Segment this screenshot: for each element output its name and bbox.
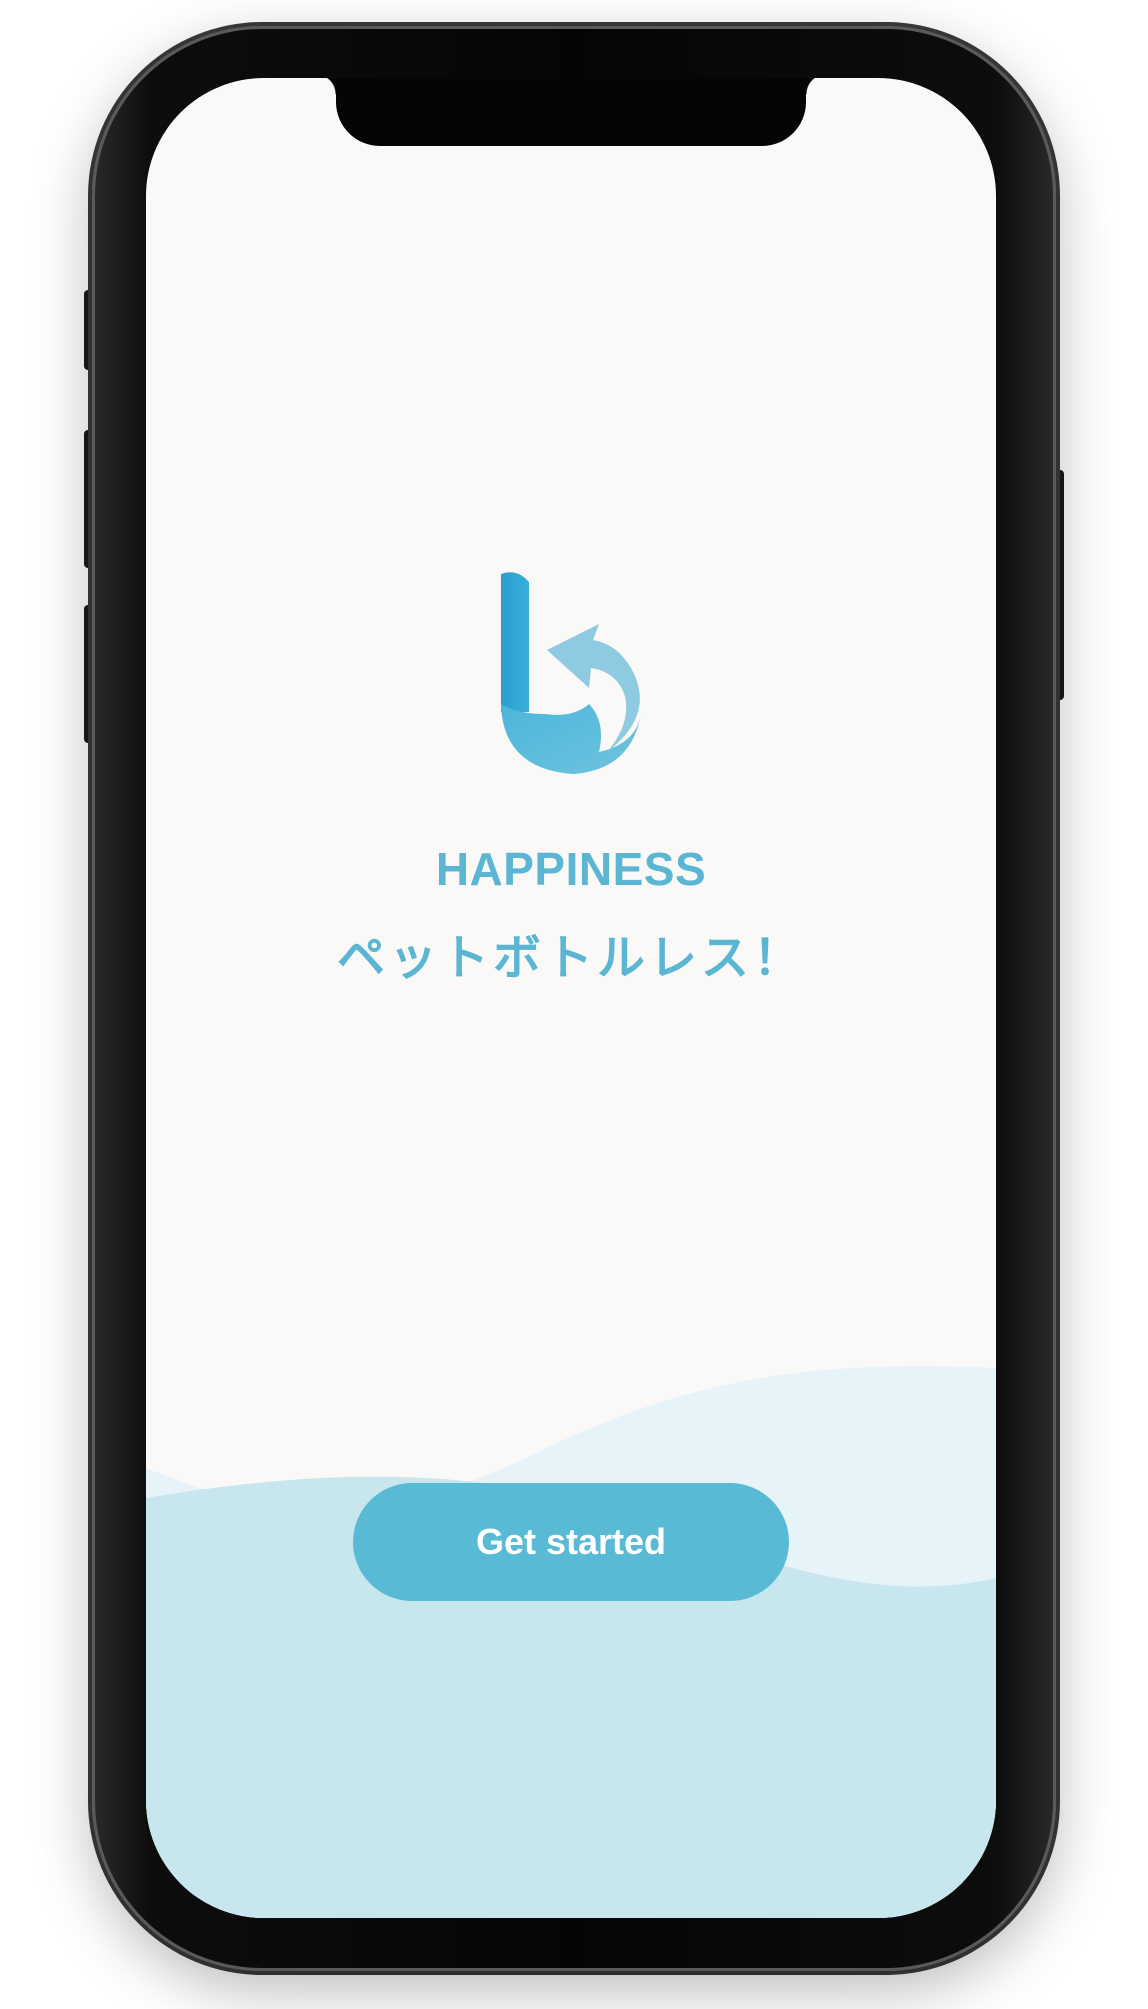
- background-waves: [146, 1366, 996, 1918]
- device-mockup: HAPPINESS ペットボトルレス！ Get started: [0, 0, 1148, 2009]
- app-tagline: ペットボトルレス！: [336, 932, 805, 985]
- get-started-button[interactable]: Get started: [353, 1483, 789, 1601]
- app-name: HAPPINESS: [435, 843, 707, 895]
- phone-notch: [316, 78, 826, 146]
- recycle-b-logo-icon: [501, 572, 641, 774]
- phone-screen: HAPPINESS ペットボトルレス！ Get started: [146, 78, 996, 1918]
- logo-stem: [501, 572, 529, 712]
